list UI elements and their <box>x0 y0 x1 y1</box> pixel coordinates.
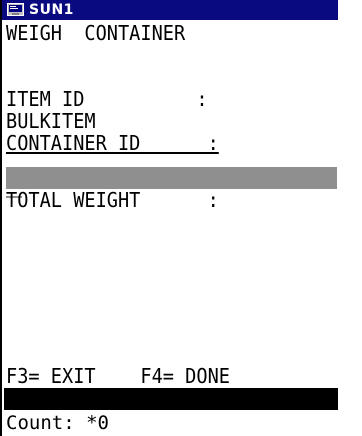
terminal-window-icon <box>7 3 24 16</box>
count-status: Count: *0 <box>6 412 109 434</box>
window-title: SUN1 <box>29 2 74 18</box>
item-id-value: BULKITEM <box>6 109 96 133</box>
total-weight-label: TOTAL WEIGHT : <box>6 188 219 212</box>
title-bar: SUN1 <box>2 0 338 20</box>
container-id-input[interactable] <box>6 167 337 189</box>
status-bar <box>4 388 338 410</box>
item-id-label: ITEM ID : <box>6 87 208 111</box>
terminal-window: SUN1 WEIGH CONTAINER ITEM ID : BULKITEM … <box>0 0 338 436</box>
function-keys-line: F3= EXIT F4= DONE <box>6 364 230 388</box>
container-id-label: CONTAINER ID : <box>6 131 219 155</box>
screen-heading: WEIGH CONTAINER <box>6 21 186 45</box>
